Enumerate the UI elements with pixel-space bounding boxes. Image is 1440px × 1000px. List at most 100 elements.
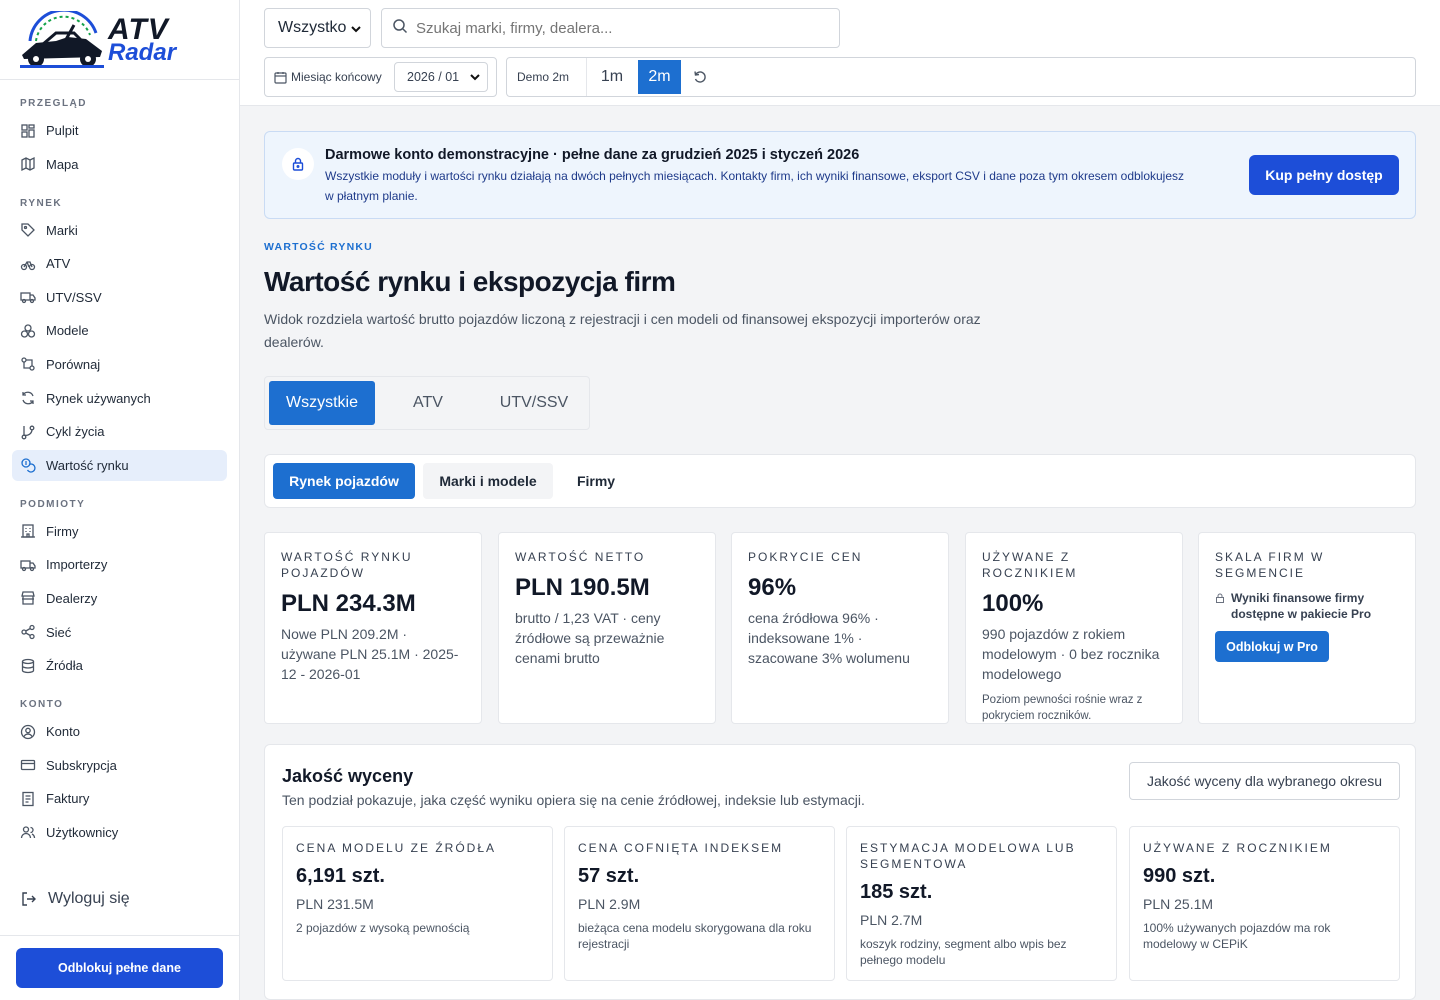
sidebar-item-label: UTV/SSV xyxy=(46,289,102,305)
sidebar-item-mapa[interactable]: Mapa xyxy=(12,149,227,180)
quality-card-amount: PLN 231.5M xyxy=(296,896,374,912)
page-eyebrow: WARTOŚĆ RYNKU xyxy=(264,241,373,253)
vehicle-type-tabs: Wszystkie ATV UTV/SSV xyxy=(264,376,590,430)
search-box[interactable] xyxy=(381,8,840,48)
buy-full-access-button[interactable]: Kup pełny dostęp xyxy=(1249,155,1399,195)
tab-wszystkie[interactable]: Wszystkie xyxy=(269,381,375,425)
end-month-select[interactable]: 2026 / 01 xyxy=(394,62,488,92)
sidebar-item-label: Firmy xyxy=(46,523,79,539)
reset-icon[interactable] xyxy=(693,70,707,84)
tab-marki-i-modele[interactable]: Marki i modele xyxy=(423,463,553,499)
demo-banner: Darmowe konto demonstracyjne · pełne dan… xyxy=(264,131,1416,219)
search-icon xyxy=(392,18,408,39)
boxes-icon xyxy=(20,323,36,339)
unlock-pro-button[interactable]: Odblokuj w Pro xyxy=(1215,631,1329,662)
bike-icon xyxy=(20,256,36,272)
sidebar-item-importerzy[interactable]: Importerzy xyxy=(12,549,227,580)
sidebar-item-pulpit[interactable]: Pulpit xyxy=(12,115,227,146)
quality-card-amount: PLN 2.7M xyxy=(860,912,923,928)
kpi-note: Poziom pewności rośnie wraz z pokryciem … xyxy=(982,694,1143,722)
sidebar-item-label: Pulpit xyxy=(46,123,79,138)
compare-icon xyxy=(20,356,36,372)
credit-card-icon xyxy=(20,757,36,773)
range-control: Demo 2m 1m 2m xyxy=(506,57,1416,97)
sidebar-item-firmy[interactable]: Firmy xyxy=(12,516,227,547)
kpi-card-used-with-year: Używane z rocznikiem 100% 990 pojazdów z… xyxy=(965,532,1183,724)
range-option-2m[interactable]: 2m xyxy=(638,60,681,94)
sidebar-item-cykl-zycia[interactable]: Cykl życia xyxy=(12,416,227,447)
chevron-down-icon xyxy=(469,71,481,86)
sidebar-item-atv[interactable]: ATV xyxy=(12,248,227,279)
kpi-card-net-value: Wartość netto PLN 190.5M brutto / 1,23 V… xyxy=(498,532,716,724)
atv-logo-icon xyxy=(16,8,108,69)
quality-card-note: bieżąca cena modelu skorygowana dla roku… xyxy=(578,921,812,951)
tab-atv[interactable]: ATV xyxy=(375,381,481,425)
sidebar-item-label: Modele xyxy=(46,323,89,339)
sidebar: ATV Radar PRZEGLĄD Pulpit Mapa RYNEK Mar… xyxy=(0,0,240,1000)
tab-rynek-pojazdow[interactable]: Rynek pojazdów xyxy=(273,463,415,499)
sidebar-item-label: Wartość rynku xyxy=(46,457,129,473)
kpi-card-price-coverage: Pokrycie cen 96% cena źródłowa 96% · ind… xyxy=(731,532,949,724)
kpi-subtext: Nowe PLN 209.2M · używane PLN 25.1M · 20… xyxy=(281,626,459,682)
end-month-label: Miesiąc końcowy xyxy=(291,70,382,84)
sidebar-item-faktury[interactable]: Faktury xyxy=(12,783,227,814)
sidebar-item-label: Porównaj xyxy=(46,356,101,372)
valuation-quality-panel: Jakość wyceny Ten podział pokazuje, jaka… xyxy=(264,744,1416,1000)
locked-feature-text: Wyniki finansowe firmy dostępne w pakiec… xyxy=(1231,591,1372,621)
quality-card-label: Cena modelu ze źródła xyxy=(296,841,497,855)
chevron-down-icon xyxy=(350,22,362,40)
sidebar-item-utv[interactable]: UTV/SSV xyxy=(12,282,227,313)
kpi-card-market-value: Wartość rynku pojazdów PLN 234.3M Nowe P… xyxy=(264,532,482,724)
sidebar-item-zrodla[interactable]: Źródła xyxy=(12,650,227,681)
divider xyxy=(586,58,587,96)
grid-icon xyxy=(20,123,36,139)
quality-card-note: 100% używanych pojazdów ma rok modelowy … xyxy=(1143,921,1331,951)
store-icon xyxy=(20,590,36,606)
banner-title: Darmowe konto demonstracyjne · pełne dan… xyxy=(325,147,860,163)
quality-card-amount: PLN 25.1M xyxy=(1143,896,1214,912)
category-filter-select[interactable]: Wszystko xyxy=(264,8,371,48)
quality-card-label: Używane z rocznikiem xyxy=(1143,841,1332,855)
sidebar-item-rynek-uzywanych[interactable]: Rynek używanych xyxy=(12,383,227,414)
sidebar-item-label: Faktury xyxy=(46,791,90,807)
sidebar-item-konto[interactable]: Konto xyxy=(12,716,227,747)
receipt-icon xyxy=(20,791,36,807)
page-description: Widok rozdziela wartość brutto pojazdów … xyxy=(264,311,981,350)
sidebar-item-marki[interactable]: Marki xyxy=(12,215,227,246)
unlock-full-data-button[interactable]: Odblokuj pełne dane xyxy=(16,948,223,988)
sidebar-item-dealerzy[interactable]: Dealerzy xyxy=(12,583,227,614)
kpi-row: Wartość rynku pojazdów PLN 234.3M Nowe P… xyxy=(264,532,1416,724)
quality-card-value: 6,191 szt. xyxy=(296,865,385,887)
logout-button[interactable]: Wyloguj się xyxy=(20,890,130,908)
logo[interactable]: ATV Radar xyxy=(0,0,239,80)
range-option-1m[interactable]: 1m xyxy=(589,60,635,94)
tab-firmy[interactable]: Firmy xyxy=(561,463,631,499)
kpi-label: Używane z rocznikiem xyxy=(982,550,1078,580)
kpi-label: Wartość rynku pojazdów xyxy=(281,550,413,580)
brand-wordmark: ATV Radar xyxy=(108,14,177,66)
tab-utv-ssv[interactable]: UTV/SSV xyxy=(481,381,587,425)
period-badge: Jakość wyceny dla wybranego okresu xyxy=(1129,762,1400,800)
section-description: Ten podział pokazuje, jaka część wyniku … xyxy=(282,792,865,808)
quality-card-value: 185 szt. xyxy=(860,881,933,903)
sidebar-item-subskrypcja[interactable]: Subskrypcja xyxy=(12,750,227,781)
sidebar-item-wartosc-rynku[interactable]: Wartość rynku xyxy=(12,449,227,481)
kpi-value: 96% xyxy=(748,574,797,601)
search-input[interactable] xyxy=(416,19,816,37)
sidebar-item-label: Subskrypcja xyxy=(46,757,117,773)
sidebar-item-label: Rynek używanych xyxy=(46,390,151,406)
quality-card-label: Cena cofnięta indeksem xyxy=(578,841,784,855)
kpi-subtext: 990 pojazdów z rokiem modelowym · 0 bez … xyxy=(982,626,1160,682)
main-content: Darmowe konto demonstracyjne · pełne dan… xyxy=(240,106,1440,1000)
sidebar-item-label: Dealerzy xyxy=(46,590,98,606)
quality-card-note: 2 pojazdów z wysoką pewnością xyxy=(296,921,470,935)
section-title: Jakość wyceny xyxy=(282,766,414,786)
sidebar-item-uzytkownicy[interactable]: Użytkownicy xyxy=(12,817,227,848)
sidebar-item-modele[interactable]: Modele xyxy=(12,315,227,346)
git-branch-icon xyxy=(20,424,36,440)
view-tabs: Rynek pojazdów Marki i modele Firmy xyxy=(264,454,1416,508)
brand-line2: Radar xyxy=(108,38,177,66)
kpi-label: Wartość netto xyxy=(515,550,646,564)
sidebar-item-siec[interactable]: Sieć xyxy=(12,617,227,648)
sidebar-item-porownaj[interactable]: Porównaj xyxy=(12,349,227,380)
